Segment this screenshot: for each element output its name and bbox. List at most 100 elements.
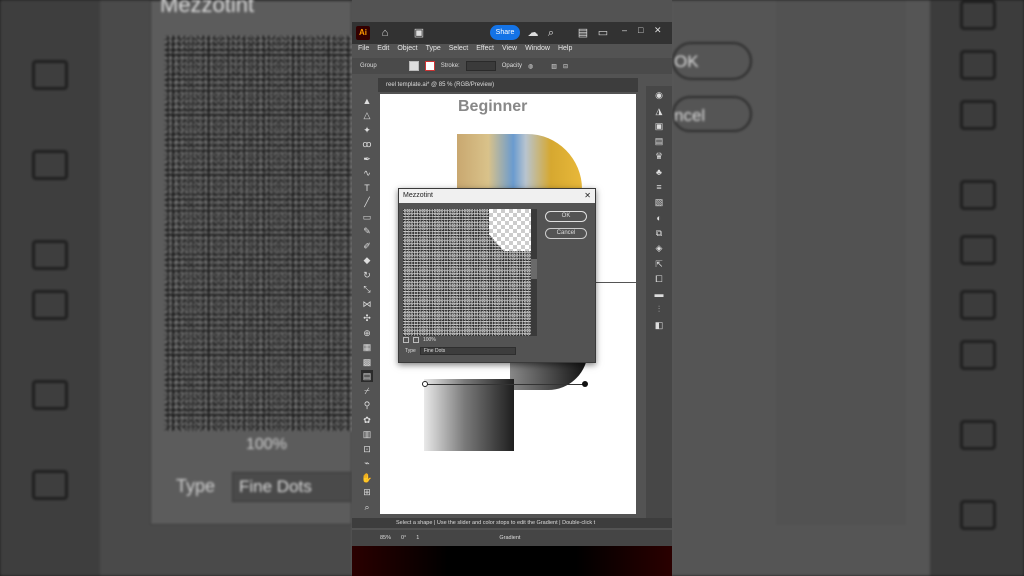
symbol-sprayer-icon[interactable]: ✿ <box>361 414 373 426</box>
pen-tool-icon[interactable]: ✒ <box>361 153 373 165</box>
opacity-label[interactable]: Opacity <box>502 63 522 69</box>
zoom-out-button[interactable] <box>403 337 409 343</box>
preview-scrollbar[interactable] <box>531 209 537 336</box>
paintbrush-tool-icon[interactable]: ✎ <box>361 225 373 237</box>
blend-tool-icon[interactable]: ⚲ <box>361 399 373 411</box>
shaper-tool-icon[interactable]: ✐ <box>361 240 373 252</box>
control-bar: Group Stroke: Opacity ◍ ▥ ⊟ <box>352 58 672 74</box>
arrange-documents-icon[interactable]: ▣ <box>412 26 426 40</box>
transparency-panel-icon[interactable]: ◐ <box>653 212 665 224</box>
symbols-icon[interactable]: ♣ <box>653 166 665 178</box>
comments-icon[interactable]: ▬ <box>653 288 665 300</box>
workspace-icon[interactable]: ▤ <box>576 26 590 40</box>
pathfinder-icon[interactable]: ⧉ <box>653 227 665 239</box>
close-window-icon[interactable]: ✕ <box>654 25 662 36</box>
image-trace-icon[interactable]: ◮ <box>653 105 665 117</box>
preview-scroll-thumb[interactable] <box>531 259 537 279</box>
align-icon[interactable]: ▥ <box>551 63 557 70</box>
scale-tool-icon[interactable]: ⤡ <box>361 283 373 295</box>
mesh-tool-icon[interactable]: ▩ <box>361 356 373 368</box>
search-icon[interactable]: ⌕ <box>544 26 558 40</box>
ok-button[interactable]: OK <box>545 211 587 222</box>
app-logo: Ai <box>356 26 370 40</box>
menu-object[interactable]: Object <box>397 43 417 55</box>
menu-help[interactable]: Help <box>558 43 572 55</box>
panels-icon[interactable]: ▭ <box>596 26 610 40</box>
line-tool-icon[interactable]: ╱ <box>361 196 373 208</box>
menu-view[interactable]: View <box>502 43 517 55</box>
bg-right-panel <box>930 0 1024 576</box>
direct-selection-tool-icon[interactable]: △ <box>361 109 373 121</box>
dialog-close-icon[interactable]: ✕ <box>584 189 591 203</box>
rotate-tool-icon[interactable]: ↻ <box>361 269 373 281</box>
align-panel-icon[interactable]: ⫶ <box>653 303 665 315</box>
gradient-stop-end[interactable] <box>582 381 588 387</box>
cloud-icon[interactable]: ☁ <box>526 26 540 40</box>
menu-effect[interactable]: Effect <box>476 43 494 55</box>
cancel-button[interactable]: Cancel <box>545 228 587 239</box>
zoom-level[interactable]: 85% <box>380 535 391 541</box>
hand-tool-icon[interactable]: ✋ <box>361 472 373 484</box>
minimize-icon[interactable]: – <box>622 25 627 35</box>
width-tool-icon[interactable]: ⋈ <box>361 298 373 310</box>
transform-panel-icon[interactable]: ◧ <box>653 319 665 331</box>
letter-gradient-shape[interactable] <box>424 379 514 451</box>
curvature-tool-icon[interactable]: ∿ <box>361 167 373 179</box>
home-icon[interactable]: ⌂ <box>378 26 392 40</box>
stroke-weight-field[interactable] <box>465 61 496 71</box>
menu-edit[interactable]: Edit <box>377 43 389 55</box>
status-bar: Select a shape | Use the slider and colo… <box>352 518 672 528</box>
menu-select[interactable]: Select <box>449 43 468 55</box>
puppet-icon[interactable]: ♛ <box>653 150 665 162</box>
recolor-icon[interactable]: ◍ <box>528 63 533 70</box>
print-tiling-icon[interactable]: ⊞ <box>361 486 373 498</box>
rotation-value[interactable]: 0° <box>401 535 406 541</box>
gradient-stop-start[interactable] <box>422 381 428 387</box>
gradient-tool-icon[interactable]: ▤ <box>361 370 373 382</box>
libraries-icon[interactable]: ▣ <box>653 120 665 132</box>
selection-tool-icon[interactable]: ▲ <box>361 95 373 107</box>
stroke-label[interactable]: Stroke: <box>441 63 460 69</box>
gradient-annotator[interactable] <box>424 384 586 385</box>
lasso-tool-icon[interactable]: ꝏ <box>361 138 373 150</box>
bg-properties-icon <box>960 500 996 530</box>
menu-type[interactable]: Type <box>426 43 441 55</box>
type-tool-icon[interactable]: T <box>361 182 373 194</box>
rectangle-tool-icon[interactable]: ▭ <box>361 211 373 223</box>
menu-window[interactable]: Window <box>525 43 550 55</box>
asset-export-icon[interactable]: ▤ <box>653 135 665 147</box>
bg-type-value: Fine Dots <box>232 472 352 502</box>
menu-file[interactable]: File <box>358 43 369 55</box>
artboard-number[interactable]: 1 <box>416 535 419 541</box>
gradient-panel-icon[interactable]: ▧ <box>653 196 665 208</box>
maximize-icon[interactable]: □ <box>638 25 643 35</box>
transform-icon[interactable]: ⊟ <box>563 63 568 70</box>
eyedropper-tool-icon[interactable]: ⌿ <box>361 385 373 397</box>
zoom-in-button[interactable] <box>413 337 419 343</box>
zoom-tool-icon[interactable]: ⌕ <box>361 501 373 513</box>
slice-tool-icon[interactable]: ⌁ <box>361 457 373 469</box>
bg-scale-tool-icon <box>32 290 68 320</box>
stroke-panel-icon[interactable]: ≡ <box>653 181 665 193</box>
document-tab[interactable]: reel template.ai* @ 85 % (RGB/Preview) <box>378 78 638 92</box>
letter-photo-fill[interactable] <box>457 134 582 189</box>
panel-dock: ◉ ◮ ▣ ▤ ♛ ♣ ≡ ▧ ◐ ⧉ ◈ ⇱ ⧠ ▬ ⫶ ◧ <box>646 86 672 526</box>
properties-icon[interactable]: ◉ <box>653 89 665 101</box>
eraser-tool-icon[interactable]: ◆ <box>361 254 373 266</box>
artboard-tool-icon[interactable]: ⊡ <box>361 443 373 455</box>
type-select[interactable]: Fine Dots <box>419 347 516 355</box>
puppet-warp-icon[interactable]: ✣ <box>361 312 373 324</box>
perspective-grid-icon[interactable]: ▦ <box>361 341 373 353</box>
export-icon[interactable]: ⇱ <box>653 258 665 270</box>
fill-swatch[interactable] <box>408 61 419 71</box>
bg-right-dialog <box>776 0 906 525</box>
type-label: Type <box>405 348 416 354</box>
magic-wand-icon[interactable]: ✦ <box>361 124 373 136</box>
shape-builder-icon[interactable]: ⊕ <box>361 327 373 339</box>
artboards-icon[interactable]: ⧠ <box>653 273 665 285</box>
stroke-swatch[interactable] <box>424 61 435 71</box>
bg-artboards-icon <box>960 340 996 370</box>
share-button[interactable]: Share <box>490 25 520 40</box>
layers-icon[interactable]: ◈ <box>653 242 665 254</box>
graph-tool-icon[interactable]: ▥ <box>361 428 373 440</box>
